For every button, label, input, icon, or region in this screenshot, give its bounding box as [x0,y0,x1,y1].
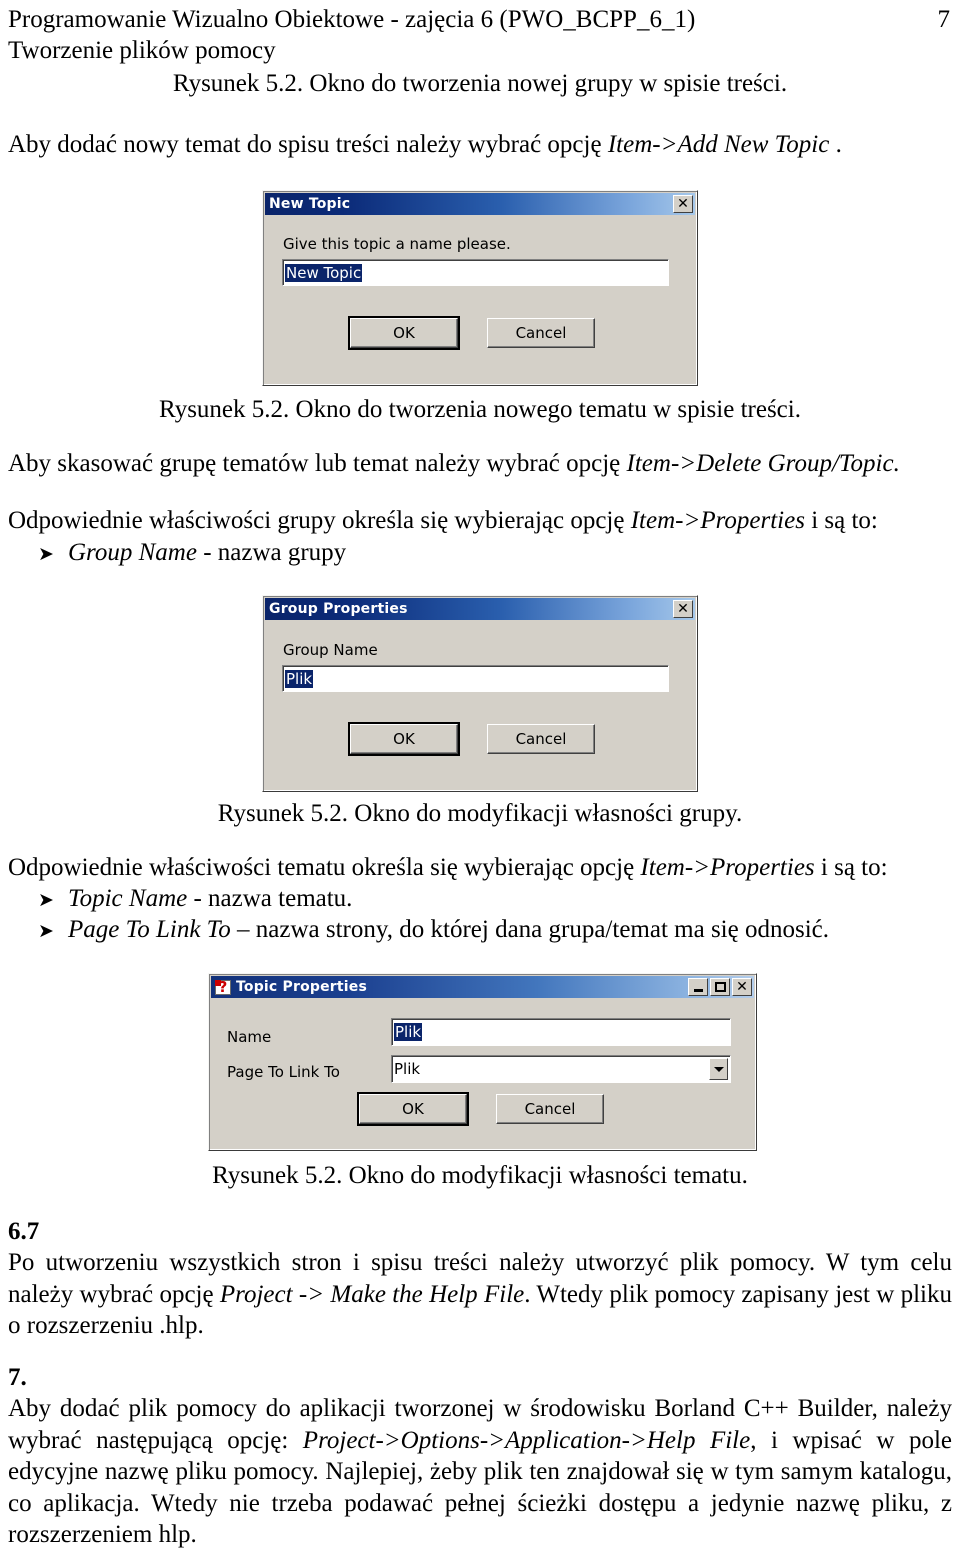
paragraph-add-new-topic: Aby dodać nowy temat do spisu treści nal… [8,129,952,160]
dialog-topic-properties[interactable]: Topic Properties ✕ Name Page To Link To … [208,973,757,1151]
menu-path-add-new-topic: Item->Add New Topic [607,131,830,158]
group-name-input-value: Plik [285,669,314,688]
ok-button[interactable]: OK [348,316,460,350]
paragraph-delete-group-topic: Aby skasować grupę tematów lub temat nal… [8,448,952,479]
menu-path-group-properties: Item->Properties [630,507,805,534]
list-item-group-name: ➤ Group Name - nazwa grupy [38,537,346,570]
list-item-page-link-desc: – nazwa strony, do której dana grupa/tem… [230,916,829,943]
figure-caption-4: Rysunek 5.2. Okno do modyfikacji własnoś… [212,1162,748,1189]
header-line-2: Tworzenie plików pomocy [8,37,276,64]
list-item-topic-name-term: Topic Name [68,885,188,912]
group-name-label: Group Name [283,641,378,659]
chevron-down-icon[interactable] [709,1058,728,1080]
dialog-group-properties-titlebar[interactable]: Group Properties ✕ [265,598,695,620]
topic-properties-name-value: Plik [394,1023,423,1041]
dialog-new-topic[interactable]: New Topic ✕ Give this topic a name pleas… [262,190,698,386]
group-name-input[interactable]: Plik [282,665,669,692]
section-7-body: Aby dodać plik pomocy do aplikacji tworz… [8,1393,952,1551]
cancel-button-label: Cancel [515,324,567,342]
cancel-button[interactable]: Cancel [487,724,595,754]
dialog-topic-properties-window-buttons: ✕ [688,978,752,996]
dialog-group-properties[interactable]: Group Properties ✕ Group Name Plik OK Ca… [262,595,698,792]
topic-name-input[interactable]: New Topic [282,259,669,286]
list-item-group-name-term: Group Name [68,539,197,566]
close-icon[interactable]: ✕ [732,978,752,996]
page-to-link-to-label: Page To Link To [227,1063,340,1081]
topic-properties-name-input[interactable]: Plik [391,1018,731,1046]
close-glyph: ✕ [677,601,689,617]
help-question-icon [215,978,231,996]
ok-button[interactable]: OK [348,722,460,756]
paragraph-topic-properties: Odpowiednie właściwości tematu określa s… [8,852,952,883]
ok-button-label: OK [402,1100,424,1118]
bullet-arrow-icon: ➤ [38,920,54,942]
page-number: 7 [937,6,951,33]
bullet-arrow-icon: ➤ [38,543,54,565]
list-item-group-name-desc: - nazwa grupy [196,539,347,566]
maximize-glyph [711,979,729,995]
cancel-button-label: Cancel [515,730,567,748]
document-page: Programowanie Wizualno Obiektowe - zajęc… [0,0,960,1548]
paragraph-group-properties: Odpowiednie właściwości grupy określa si… [8,505,952,536]
paragraph-topic-props-tail: i są to: [814,854,888,881]
ok-button[interactable]: OK [357,1092,469,1126]
cancel-button-label: Cancel [524,1100,576,1118]
header-line-1: Programowanie Wizualno Obiektowe - zajęc… [8,6,696,33]
menu-path-make-help-file: Project -> Make the Help File [219,1280,525,1308]
dialog-new-topic-window-buttons: ✕ [673,195,693,213]
list-item-page-to-link-to: ➤ Page To Link To – nazwa strony, do któr… [38,914,829,947]
figure-caption-2: Rysunek 5.2. Okno do tworzenia nowego te… [159,396,801,423]
section-number-6-7: 6.7 [8,1218,40,1245]
dialog-group-properties-inner: Group Properties ✕ Group Name Plik OK Ca… [265,598,695,789]
paragraph-add-new-topic-text: Aby dodać nowy temat do spisu treści nal… [8,131,608,158]
close-icon[interactable]: ✕ [673,600,693,618]
dialog-topic-properties-inner: Topic Properties ✕ Name Page To Link To … [211,976,754,1148]
page-to-link-to-combobox[interactable]: Plik [391,1055,731,1083]
paragraph-delete-text: Aby skasować grupę tematów lub temat nal… [8,450,627,477]
list-item-topic-name: ➤ Topic Name - nazwa tematu. [38,883,352,916]
ok-button-label: OK [393,324,415,342]
dialog-group-properties-window-buttons: ✕ [673,600,693,618]
dialog-new-topic-title: New Topic [269,196,351,212]
list-item-page-link-term: Page To Link To [68,916,231,943]
minimize-icon[interactable] [688,978,708,996]
cancel-button[interactable]: Cancel [487,318,595,348]
dialog-topic-properties-title: Topic Properties [236,979,368,995]
dialog-new-topic-inner: New Topic ✕ Give this topic a name pleas… [265,193,695,383]
section-number-7: 7. [8,1364,27,1391]
cancel-button[interactable]: Cancel [496,1094,604,1124]
close-icon[interactable]: ✕ [673,195,693,213]
page-to-link-to-value: Plik [394,1060,421,1078]
list-item-topic-name-desc: - nazwa tematu. [187,885,353,912]
page-header: Programowanie Wizualno Obiektowe - zajęc… [8,4,952,66]
topic-name-label: Name [227,1028,272,1046]
ok-button-label: OK [393,730,415,748]
menu-path-topic-properties: Item->Properties [640,854,815,881]
paragraph-topic-props-text: Odpowiednie właściwości tematu określa s… [8,854,641,881]
menu-path-project-options-help-file: Project->Options->Application->Help File [302,1426,751,1454]
paragraph-group-props-text: Odpowiednie właściwości grupy określa si… [8,507,631,534]
close-glyph: ✕ [736,979,748,995]
maximize-icon[interactable] [710,978,730,996]
dialog-new-topic-titlebar[interactable]: New Topic ✕ [265,193,695,215]
figure-caption-1: Rysunek 5.2. Okno do tworzenia nowej gru… [172,70,788,97]
minimize-glyph [689,979,707,995]
section-6-7-body: Po utworzeniu wszystkich stron i spisu t… [8,1247,952,1342]
close-glyph: ✕ [677,196,689,212]
topic-name-input-value: New Topic [285,263,363,282]
menu-path-delete-group-topic: Item->Delete Group/Topic. [626,450,900,477]
paragraph-group-props-tail: i są to: [804,507,878,534]
dialog-group-properties-title: Group Properties [269,601,408,617]
dialog-new-topic-prompt: Give this topic a name please. [283,235,511,253]
dialog-topic-properties-titlebar[interactable]: Topic Properties ✕ [211,976,754,998]
bullet-arrow-icon: ➤ [38,889,54,911]
paragraph-add-new-topic-tail: . [829,131,842,158]
figure-caption-3: Rysunek 5.2. Okno do modyfikacji własnoś… [217,800,743,827]
